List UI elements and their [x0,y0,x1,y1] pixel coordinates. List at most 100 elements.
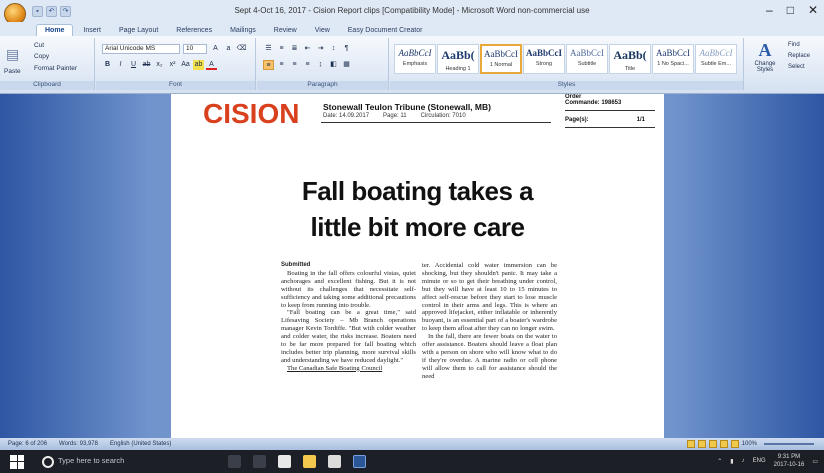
document-page[interactable]: CISION Stonewall Teulon Tribune (Stonewa… [171,94,664,438]
replace-button[interactable]: Replace [788,51,810,62]
clock[interactable]: 9:31 PM 2017-10-16 [774,453,805,469]
italic-icon[interactable]: I [115,60,126,70]
tab-review[interactable]: Review [266,25,305,36]
maximize-icon[interactable]: □ [787,3,794,17]
underline-icon[interactable]: U [128,60,139,70]
clock-time: 9:31 PM [777,454,801,460]
word-icon[interactable] [353,455,366,468]
tab-references[interactable]: References [168,25,220,36]
align-center-icon[interactable]: ≡ [276,60,287,70]
tab-easy-document-creator[interactable]: Easy Document Creator [340,25,431,36]
tab-mailings[interactable]: Mailings [222,25,264,36]
grow-font-icon[interactable]: A [210,44,221,54]
notifications-icon[interactable]: ▭ [812,458,818,465]
input-language[interactable]: ENG [753,458,766,464]
font-name-select[interactable]: Arial Unicode MS [102,44,180,54]
close-icon[interactable]: ✕ [808,3,818,17]
draft-icon[interactable] [730,440,739,448]
outline-icon[interactable] [719,440,728,448]
web-layout-icon[interactable] [708,440,717,448]
paste-icon[interactable]: ▤ [6,46,19,63]
article-column-1: Submitted Boating in the fall offers col… [281,262,416,373]
shrink-font-icon[interactable]: a [223,44,234,54]
tab-view[interactable]: View [307,25,338,36]
store-icon[interactable] [278,455,291,468]
tab-insert[interactable]: Insert [75,25,109,36]
zoom-slider[interactable] [764,443,814,445]
style-heading-1[interactable]: AaBb( Heading 1 [437,44,479,74]
font-group: Arial Unicode MS 10 A a ⌫ B I U ab x₂ x²… [96,38,256,90]
taskbar-search[interactable]: Type here to search [58,456,124,465]
paragraph-group: ☰ ≡ ≣ ⇤ ⇥ ↕ ¶ ≡ ≡ ≡ ≡ ↨ ◧ ▦ Paragraph [257,38,389,90]
shading-icon[interactable]: ◧ [328,60,339,70]
font-color-icon[interactable]: A [206,60,217,70]
minimize-icon[interactable]: – [766,3,773,17]
cut-button[interactable]: Cut [34,42,44,49]
line-spacing-icon[interactable]: ↨ [315,60,326,70]
align-left-icon[interactable]: ≡ [263,60,274,70]
style-emphasis[interactable]: AaBbCcI Emphasis [394,44,436,74]
publication-meta: Date: 14.09.2017 Page: 11 Circulation: 7… [323,113,466,119]
language[interactable]: English (United States) [110,441,171,447]
style-name: Strong [535,61,553,67]
font-size-select[interactable]: 10 [183,44,207,54]
ribbon: ▤ Paste Cut Copy Format Painter Clipboar… [0,36,824,94]
change-styles-icon: A [758,40,772,60]
full-screen-icon[interactable] [697,440,706,448]
file-explorer-icon[interactable] [303,455,316,468]
copy-button[interactable]: Copy [34,53,49,60]
page-count[interactable]: Page: 6 of 206 [8,441,47,447]
clear-format-icon[interactable]: ⌫ [236,44,247,54]
cortana-icon[interactable] [42,455,54,468]
sort-icon[interactable]: ↕ [328,44,339,54]
strikethrough-icon[interactable]: ab [141,60,152,70]
highlight-icon[interactable]: ab [193,60,204,70]
decrease-indent-icon[interactable]: ⇤ [302,44,313,54]
word-count[interactable]: Words: 93,978 [59,441,98,447]
change-case-icon[interactable]: Aa [180,60,191,70]
font-format-row: B I U ab x₂ x² Aa ab A [102,60,217,70]
style-subtle-emphasis[interactable]: AaBbCcI Subtle Em... [695,44,737,74]
justify-icon[interactable]: ≡ [302,60,313,70]
windows-start-icon[interactable] [10,454,24,469]
paragraph: The Canadian Safe Boating Council [287,364,383,372]
tray-arrow-icon[interactable]: ⌃ [717,458,722,465]
select-button[interactable]: Select [788,62,810,73]
style-subtitle[interactable]: AaBbCcI Subtitle [566,44,608,74]
style-strong[interactable]: AaBbCcI Strong [523,44,565,74]
bold-icon[interactable]: B [102,60,113,70]
multilevel-list-icon[interactable]: ≣ [289,44,300,54]
tab-page-layout[interactable]: Page Layout [111,25,166,36]
format-painter-button[interactable]: Format Painter [34,65,77,72]
mail-icon[interactable] [328,455,341,468]
styles-label: Styles [390,81,743,90]
show-marks-icon[interactable]: ¶ [341,44,352,54]
bullets-icon[interactable]: ☰ [263,44,274,54]
system-tray: ⌃ ▮ ♪ ENG 9:31 PM 2017-10-16 ▭ [717,453,818,469]
subscript-icon[interactable]: x₂ [154,60,165,70]
superscript-icon[interactable]: x² [167,60,178,70]
find-button[interactable]: Find [788,40,810,51]
style-normal[interactable]: AaBbCcI 1 Normal [480,44,522,74]
network-icon[interactable]: ▮ [730,458,733,465]
grow-shrink-font: A a ⌫ [210,44,247,54]
mic-icon[interactable] [228,455,241,468]
borders-icon[interactable]: ▦ [341,60,352,70]
style-name: Subtitle [577,61,597,67]
print-layout-icon[interactable] [686,440,695,448]
ribbon-tabs: Home Insert Page Layout References Maili… [0,22,824,36]
task-view-icon[interactable] [253,455,266,468]
tab-home[interactable]: Home [36,24,74,36]
volume-icon[interactable]: ♪ [742,458,745,464]
publication-name: Stonewall Teulon Tribune (Stonewall, MB) [323,102,491,112]
paste-button[interactable]: Paste [4,68,21,75]
change-styles-button[interactable]: A Change Styles [748,40,782,73]
increase-indent-icon[interactable]: ⇥ [315,44,326,54]
zoom-level[interactable]: 100% [742,441,757,447]
byline: Submitted [281,262,311,268]
align-right-icon[interactable]: ≡ [289,60,300,70]
pages-value: 1/1 [636,117,645,123]
numbering-icon[interactable]: ≡ [276,44,287,54]
style-title[interactable]: AaBb( Title [609,44,651,74]
style-no-spacing[interactable]: AaBbCcI 1 No Spaci... [652,44,694,74]
